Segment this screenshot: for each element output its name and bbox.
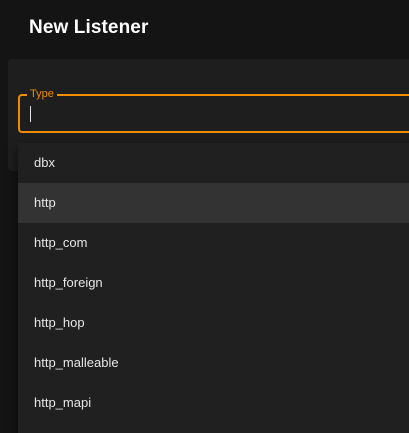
- new-listener-page: New Listener Type dbx http http_com http…: [0, 0, 409, 433]
- text-caret: [30, 106, 31, 122]
- option-http-mapi[interactable]: http_mapi: [18, 383, 409, 423]
- type-field-label: Type: [27, 88, 57, 101]
- option-http-foreign[interactable]: http_foreign: [18, 263, 409, 303]
- dialog-title: New Listener: [29, 17, 149, 38]
- type-input[interactable]: [18, 94, 409, 133]
- option-http-malleable[interactable]: http_malleable: [18, 343, 409, 383]
- option-http-com[interactable]: http_com: [18, 223, 409, 263]
- option-http-hop[interactable]: http_hop: [18, 303, 409, 343]
- type-options-menu: dbx http http_com http_foreign http_hop …: [18, 143, 409, 433]
- option-dbx[interactable]: dbx: [18, 143, 409, 183]
- option-http[interactable]: http: [18, 183, 409, 223]
